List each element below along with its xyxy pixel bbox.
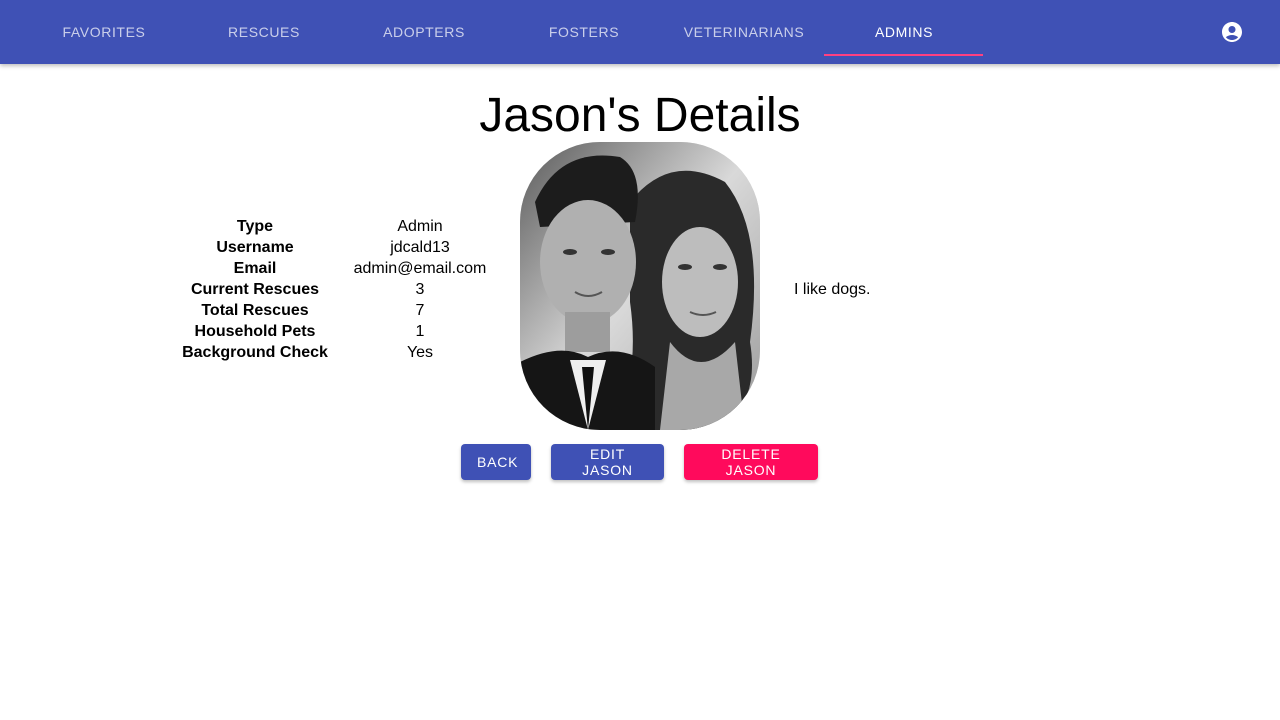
top-toolbar: FAVORITES RESCUES ADOPTERS FOSTERS VETER… <box>0 0 1280 64</box>
account-circle-icon <box>1222 22 1242 42</box>
detail-label: Household Pets <box>194 323 316 340</box>
delete-button[interactable]: DELETE JASON <box>684 444 818 480</box>
detail-row-household-pets: Household Pets 1 <box>170 321 500 342</box>
nav-tabs: FAVORITES RESCUES ADOPTERS FOSTERS VETER… <box>24 0 984 64</box>
tab-veterinarians[interactable]: VETERINARIANS <box>664 0 824 64</box>
detail-row-type: Type Admin <box>170 216 500 237</box>
detail-row-background-check: Background Check Yes <box>170 342 500 363</box>
tab-fosters[interactable]: FOSTERS <box>504 0 664 64</box>
tab-adopters[interactable]: ADOPTERS <box>344 0 504 64</box>
page-title: Jason's Details <box>479 89 801 142</box>
profile-photo <box>520 142 760 430</box>
detail-label: Background Check <box>182 344 328 361</box>
details-table: Type Admin Username jdcald13 Email admin… <box>170 216 500 363</box>
detail-value: 1 <box>415 323 425 340</box>
detail-row-total-rescues: Total Rescues 7 <box>170 300 500 321</box>
detail-row-current-rescues: Current Rescues 3 <box>170 279 500 300</box>
detail-value: admin@email.com <box>353 260 487 277</box>
detail-label: Total Rescues <box>201 302 309 319</box>
detail-label: Type <box>236 218 274 235</box>
bio-text: I like dogs. <box>794 281 871 298</box>
detail-value: Admin <box>397 218 443 235</box>
detail-value: 3 <box>415 281 425 298</box>
detail-value: jdcald13 <box>390 239 450 256</box>
account-button[interactable] <box>1216 16 1248 48</box>
detail-row-username: Username jdcald13 <box>170 237 500 258</box>
detail-label: Current Rescues <box>190 281 320 298</box>
active-tab-indicator <box>824 54 983 56</box>
back-button[interactable]: BACK <box>461 444 531 480</box>
detail-value: 7 <box>415 302 425 319</box>
tab-favorites[interactable]: FAVORITES <box>24 0 184 64</box>
detail-row-email: Email admin@email.com <box>170 258 500 279</box>
detail-label: Username <box>216 239 294 256</box>
detail-value: Yes <box>406 344 434 361</box>
tab-rescues[interactable]: RESCUES <box>184 0 344 64</box>
edit-button[interactable]: EDIT JASON <box>551 444 664 480</box>
detail-label: Email <box>233 260 277 277</box>
